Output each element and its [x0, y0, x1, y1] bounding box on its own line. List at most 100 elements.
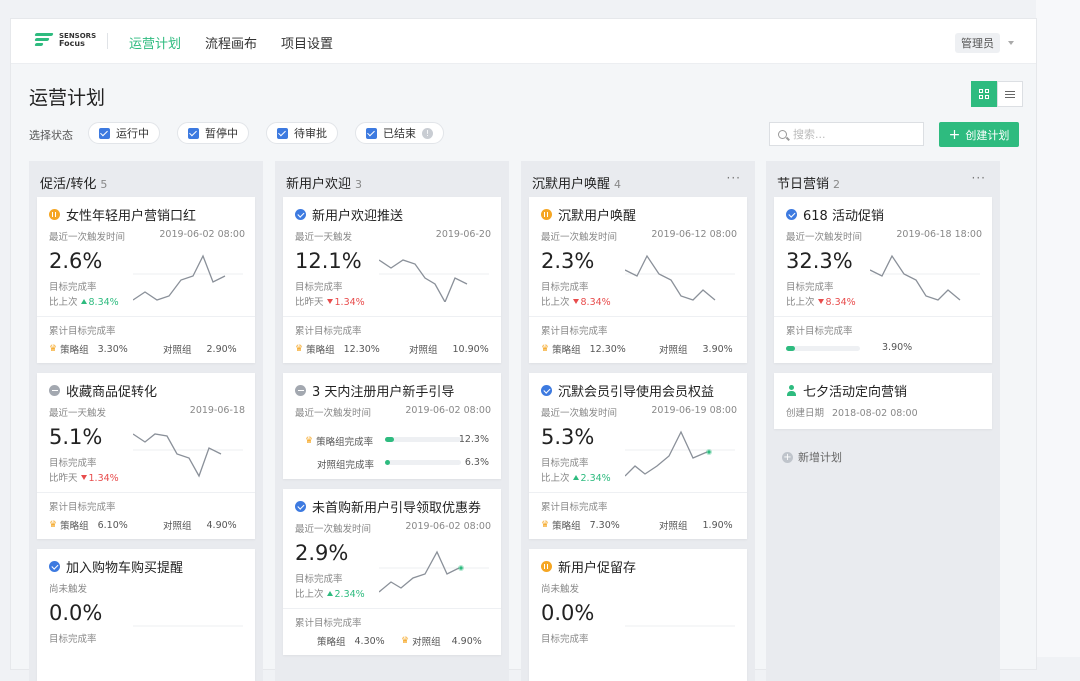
control-group: 对照组 1.90% — [659, 519, 733, 533]
strategy-group: ♛ 策略组 12.30% — [295, 343, 380, 357]
trend-sparkline — [133, 625, 243, 627]
completion-rate: 12.1% — [295, 249, 362, 273]
target-label: 目标完成率 — [541, 634, 589, 645]
paused-icon — [541, 209, 552, 220]
plan-card[interactable]: 新用户欢迎推送 最近一天触发 2019-06-20 12.1% 目标完成率 比昨天… — [283, 197, 501, 363]
plan-title: 收藏商品促转化 — [66, 385, 158, 400]
plan-card[interactable]: 七夕活动定向营销 创建日期 2018-08-02 08:00 — [774, 373, 992, 429]
plan-title: 3 天内注册用户新手引导 — [312, 385, 455, 400]
chevron-down-icon — [1008, 41, 1014, 45]
up-arrow-icon — [80, 299, 87, 304]
control-rate-value: 6.3% — [464, 457, 489, 468]
app-window: SENSORS Focus 运营计划 流程画布 项目设置 管理员 运营计划 选择… — [10, 18, 1037, 681]
nav-tab-flow-canvas[interactable]: 流程画布 — [205, 33, 257, 52]
control-rate-label: 对照组完成率 — [317, 460, 375, 471]
trend-sparkline — [625, 254, 735, 301]
crown-icon: ♛ — [401, 636, 410, 646]
status-chip-paused[interactable]: 暂停中 — [177, 122, 249, 144]
nav-tab-project-settings[interactable]: 项目设置 — [281, 33, 333, 52]
cumulative-label: 累计目标完成率 — [541, 326, 608, 337]
add-plan-label: 新增计划 — [798, 451, 842, 464]
status-chip-pending[interactable]: 待审批 — [266, 122, 338, 144]
status-chip-ended[interactable]: 已结束 ! — [355, 122, 444, 144]
column-festival-marketing: 节日营销 2 ··· 618 活动促销 最近一次触发时间 2019-06-18 18… — [766, 161, 1000, 681]
crown-icon: ♛ — [541, 344, 550, 354]
comparison: 比昨天 1.34% — [295, 297, 365, 308]
nav-tab-operation-plan[interactable]: 运营计划 — [129, 33, 181, 52]
comparison: 比上次 8.34% — [541, 297, 611, 308]
plan-card[interactable]: 618 活动促销 最近一次触发时间 2019-06-18 18:00 32.3% … — [774, 197, 992, 363]
plan-card[interactable]: 沉默用户唤醒 最近一次触发时间 2019-06-12 08:00 2.3% 目标完… — [529, 197, 747, 363]
up-arrow-icon — [572, 475, 579, 480]
page-title: 运营计划 — [29, 87, 106, 109]
down-arrow-icon — [326, 299, 333, 304]
plan-title: 加入购物车购买提醒 — [66, 561, 184, 576]
strategy-group: ♛ 策略组 12.30% — [541, 343, 626, 357]
plan-title: 沉默会员引导使用会员权益 — [558, 385, 715, 400]
trigger-label: 最近一次触发时间 — [295, 408, 372, 419]
chip-label: 运行中 — [116, 127, 149, 140]
more-options-icon[interactable]: ··· — [972, 171, 986, 185]
plan-card[interactable]: 沉默会员引导使用会员权益 最近一次触发时间 2019-06-19 08:00 5.… — [529, 373, 747, 539]
plan-card[interactable]: 3 天内注册用户新手引导 最近一次触发时间 2019-06-02 08:00 ♛ 策… — [283, 373, 501, 479]
column-title: 促活/转化 5 — [40, 177, 108, 192]
strategy-rate-value: 12.3% — [458, 434, 489, 445]
plus-icon: + — [948, 126, 961, 143]
target-label: 目标完成率 — [49, 458, 97, 469]
comparison: 比上次 8.34% — [786, 297, 856, 308]
trigger-time: 2019-06-20 — [435, 229, 491, 240]
trend-sparkline — [625, 430, 735, 477]
target-label: 目标完成率 — [49, 282, 97, 293]
plan-title: 沉默用户唤醒 — [558, 209, 637, 224]
view-toggle — [971, 81, 1023, 107]
checkbox-checked-icon — [99, 127, 110, 139]
ended-icon — [49, 385, 60, 396]
cumulative-label: 累计目标完成率 — [541, 502, 608, 513]
grid-view-button[interactable] — [971, 81, 997, 107]
user-menu[interactable]: 管理员 — [955, 33, 1014, 53]
strategy-group: ♛ 策略组 3.30% — [49, 343, 128, 357]
running-icon — [49, 561, 60, 572]
completion-rate: 2.6% — [49, 249, 103, 273]
target-label: 目标完成率 — [295, 282, 343, 293]
info-icon[interactable]: ! — [422, 127, 433, 139]
logo-icon — [34, 33, 54, 47]
plan-card[interactable]: 新用户促留存 尚未触发 0.0% 目标完成率 — [529, 549, 747, 681]
crown-icon: ♛ — [49, 344, 58, 354]
cumulative-label: 累计目标完成率 — [49, 502, 116, 513]
control-group: 对照组 3.90% — [659, 343, 733, 357]
trigger-label: 最近一次触发时间 — [295, 524, 372, 535]
created-label: 创建日期 — [786, 408, 825, 419]
sensors-focus-logo[interactable]: SENSORS Focus — [34, 32, 96, 48]
trigger-label: 最近一天触发 — [295, 232, 353, 243]
column-count: 4 — [614, 178, 622, 191]
plan-card[interactable]: 收藏商品促转化 最近一天触发 2019-06-18 5.1% 目标完成率 比昨天 1… — [37, 373, 255, 539]
running-icon — [295, 209, 306, 220]
plan-card[interactable]: 加入购物车购买提醒 尚未触发 0.0% 目标完成率 — [37, 549, 255, 681]
control-group: ♛ 对照组 4.90% — [401, 635, 482, 649]
trigger-time: 2019-06-02 08:00 — [405, 521, 491, 532]
crown-icon: ♛ — [295, 344, 304, 354]
create-plan-button[interactable]: + 创建计划 — [939, 122, 1019, 147]
create-plan-label: 创建计划 — [965, 128, 1010, 142]
add-plan-button[interactable]: + 新增计划 — [782, 449, 842, 465]
checkbox-checked-icon — [188, 127, 199, 139]
column-title: 节日营销 2 — [777, 177, 841, 192]
crown-icon: ♛ — [49, 520, 58, 530]
plan-card[interactable]: 未首购新用户引导领取优惠券 最近一次触发时间 2019-06-02 08:00 2… — [283, 489, 501, 655]
cumulative-progress-bar — [786, 346, 860, 351]
column-count: 3 — [355, 178, 363, 191]
search-input[interactable]: 搜索... — [769, 122, 924, 146]
trigger-time: 2019-06-02 08:00 — [405, 405, 491, 416]
list-view-button[interactable] — [997, 81, 1023, 107]
trigger-label: 最近一次触发时间 — [49, 232, 126, 243]
status-chip-running[interactable]: 运行中 — [88, 122, 160, 144]
strategy-progress-bar — [385, 437, 461, 442]
more-options-icon[interactable]: ··· — [727, 171, 741, 185]
trigger-time: 2019-06-19 08:00 — [651, 405, 737, 416]
trigger-label: 最近一次触发时间 — [786, 232, 863, 243]
plan-title: 七夕活动定向营销 — [803, 385, 908, 400]
trigger-label: 最近一次触发时间 — [541, 232, 618, 243]
trend-sparkline — [133, 254, 243, 301]
plan-card[interactable]: 女性年轻用户营销口红 最近一次触发时间 2019-06-02 08:00 2.6%… — [37, 197, 255, 363]
